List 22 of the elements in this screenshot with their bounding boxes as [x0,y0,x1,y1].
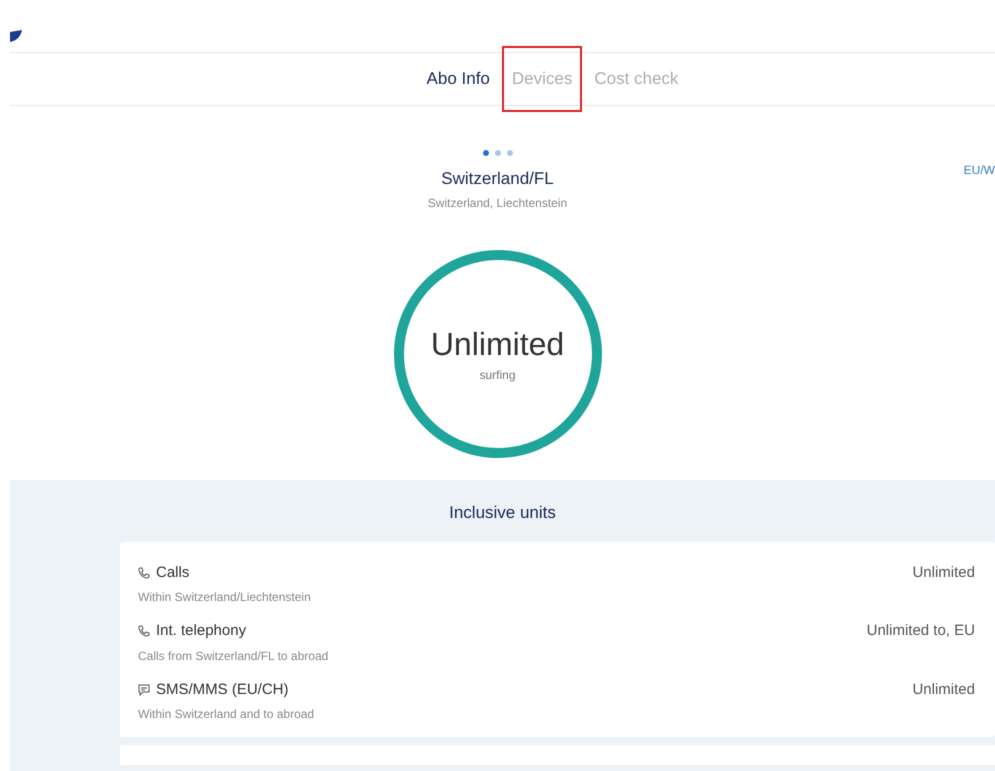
unit-name: Int. telephony [156,621,246,641]
region-title: Switzerland/FL [441,168,554,190]
gauge-value: Unlimited [430,328,564,360]
unit-description: Within Switzerland/Liechtenstein [138,589,311,606]
unit-value: Unlimited [912,680,975,700]
unit-description: Calls from Switzerland/FL to abroad [138,648,328,664]
unit-value: Unlimited to, EU [866,621,975,641]
unit-description: Within Switzerland and to abroad [138,706,314,723]
phone-icon [138,566,150,579]
phone-icon [138,625,150,638]
gauge-label: surfing [479,366,516,384]
section-title: Inclusive units [448,502,557,524]
region-subtitle: Switzerland, Liechtenstein [428,194,568,212]
next-region-title[interactable]: EU/W [964,161,995,179]
tab[interactable]: Devices [502,46,582,112]
unit-name: SMS/MMS (EU/CH) [156,680,288,700]
tab[interactable]: Cost check [582,46,690,112]
message-icon [138,684,150,696]
logo-icon [10,30,22,42]
tab[interactable]: Abo Info [414,46,502,112]
unit-value: Unlimited [912,562,975,582]
unit-name: Calls [156,562,190,582]
